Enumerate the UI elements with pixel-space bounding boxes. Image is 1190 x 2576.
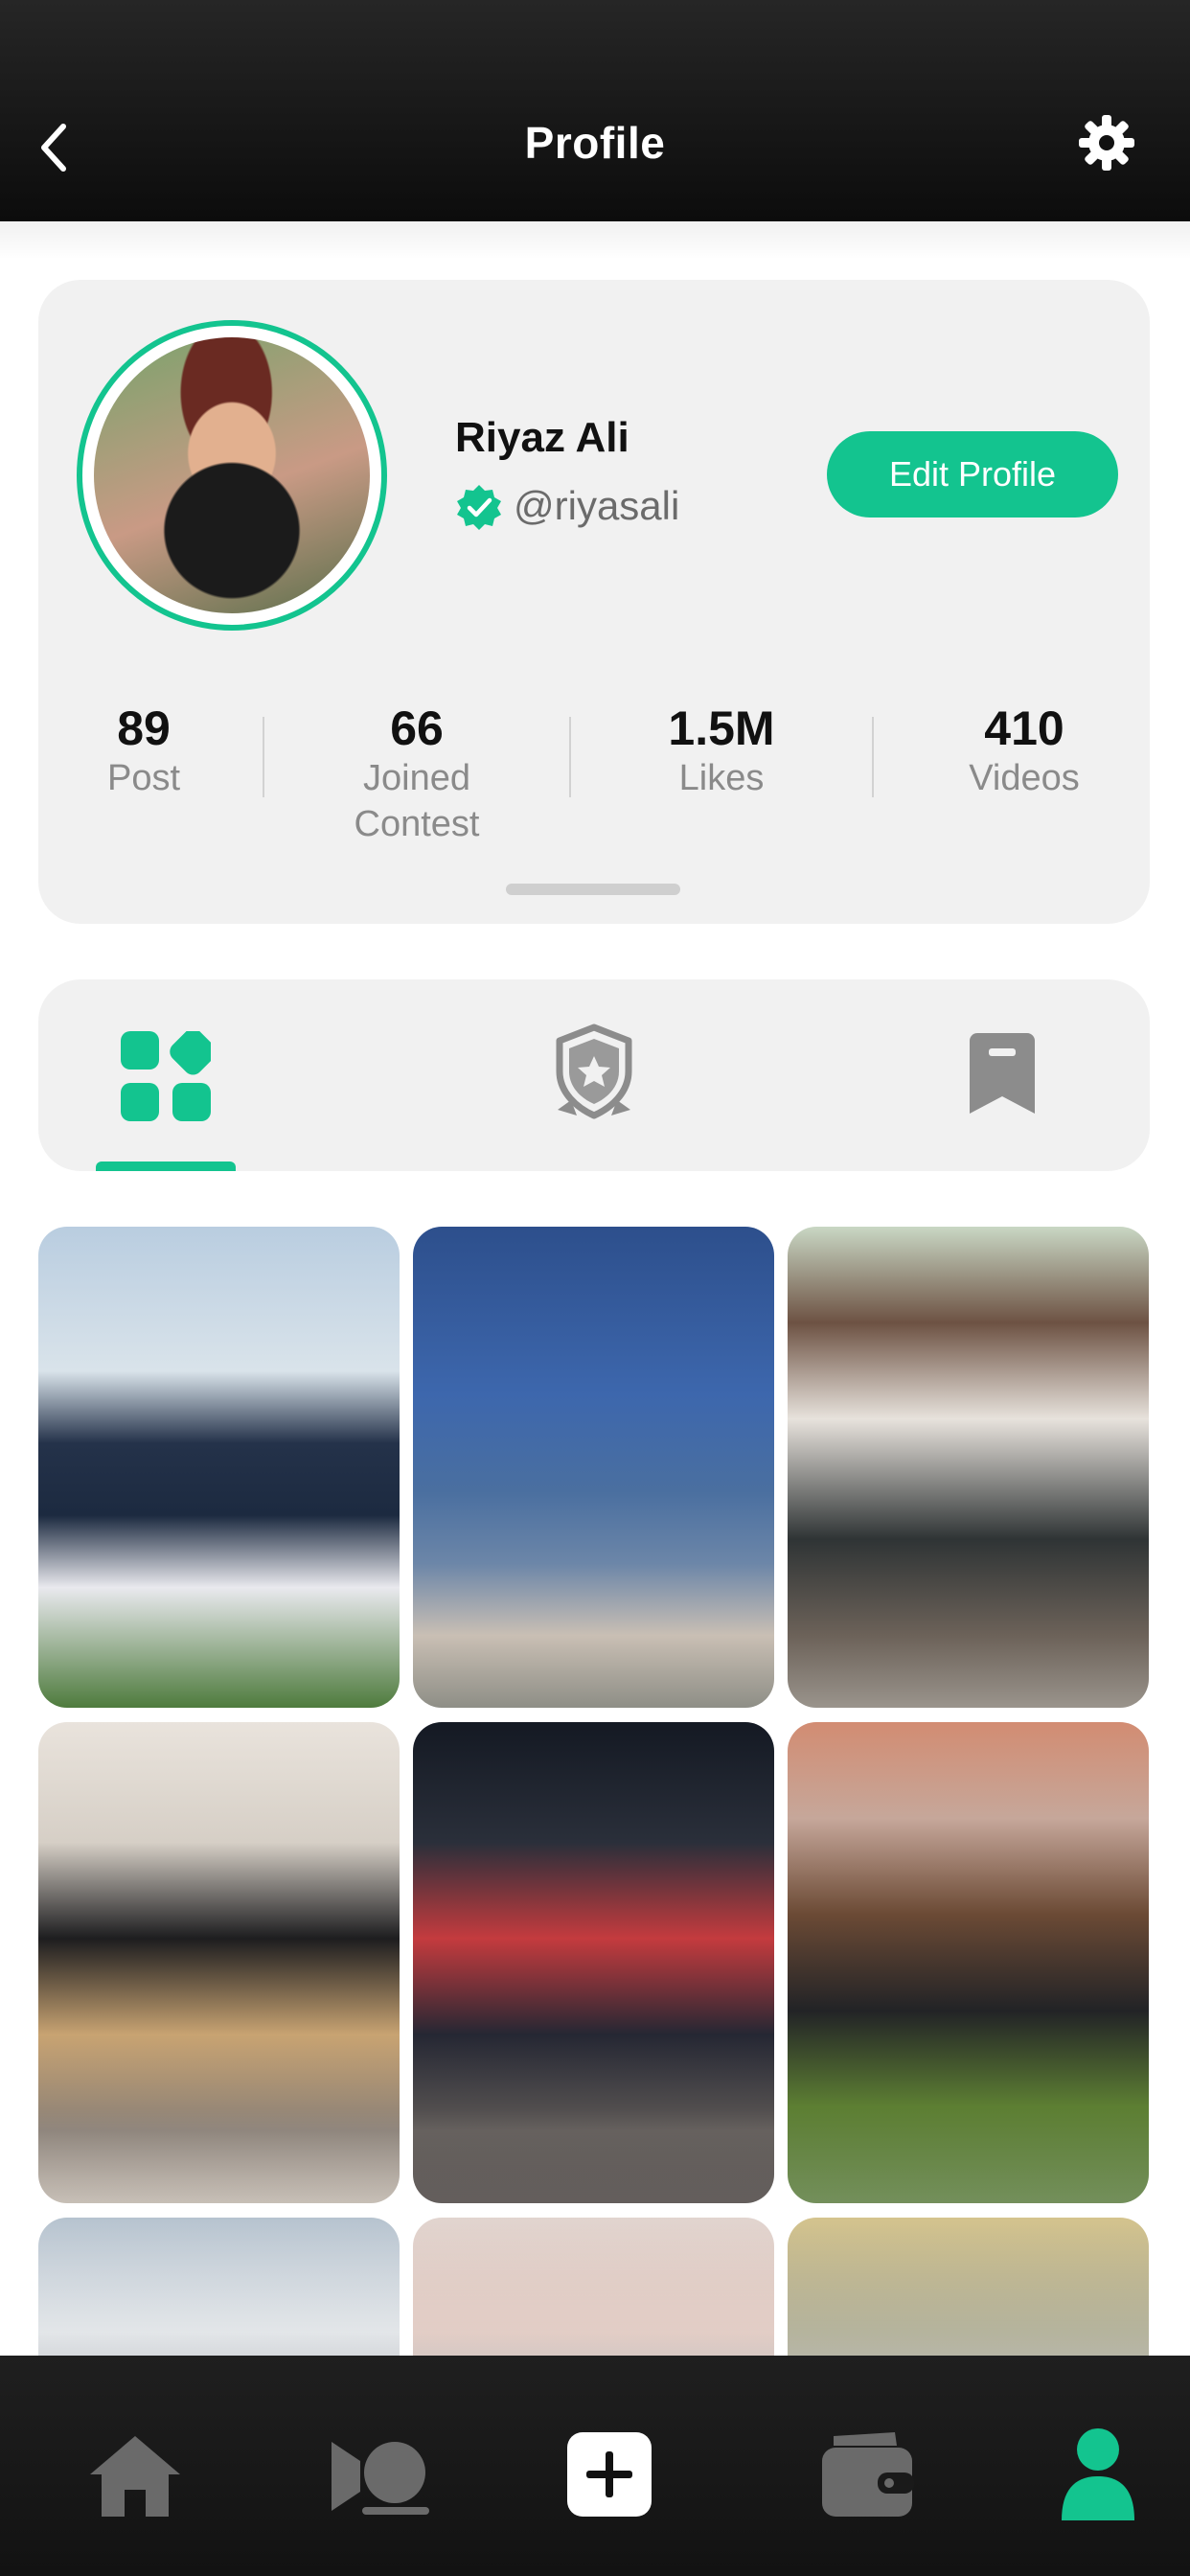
- stat-value: 410: [984, 702, 1064, 755]
- gear-icon[interactable]: [1077, 113, 1136, 172]
- stat-divider: [872, 717, 874, 797]
- stat-posts[interactable]: 89 Post: [75, 702, 213, 801]
- verified-badge-icon: [457, 485, 501, 530]
- stat-label: Post: [106, 758, 181, 798]
- stat-likes[interactable]: 1.5M Likes: [630, 702, 812, 801]
- home-icon[interactable]: [88, 2434, 182, 2518]
- video-contest-icon[interactable]: [332, 2434, 431, 2518]
- active-tab-indicator: [96, 1162, 236, 1171]
- profile-icon[interactable]: [1060, 2426, 1136, 2520]
- stat-value: 89: [117, 702, 171, 755]
- grid-photo[interactable]: [788, 1227, 1149, 1708]
- edit-profile-button[interactable]: Edit Profile: [827, 431, 1118, 518]
- bottom-navigation: [0, 2356, 1190, 2576]
- grid-photo[interactable]: [413, 1227, 774, 1708]
- stat-divider: [569, 717, 571, 797]
- stat-joined-contest[interactable]: 66 Joined Contest: [326, 702, 508, 847]
- bookmark-icon[interactable]: [970, 1033, 1035, 1114]
- avatar[interactable]: [94, 337, 370, 613]
- award-shield-icon[interactable]: [548, 1024, 640, 1123]
- page-title: Profile: [524, 118, 666, 168]
- grid-photo[interactable]: [413, 1722, 774, 2203]
- add-icon[interactable]: [567, 2432, 652, 2517]
- stat-divider: [263, 717, 264, 797]
- content-tabs: [38, 979, 1150, 1171]
- stat-label: Videos: [969, 758, 1080, 798]
- app-header: Profile: [0, 0, 1190, 221]
- stat-value: 1.5M: [668, 702, 775, 755]
- profile-card: Riyaz Ali @riyasali Edit Profile 89 Post…: [38, 280, 1150, 924]
- stat-videos[interactable]: 410 Videos: [933, 702, 1115, 801]
- grid-photo[interactable]: [38, 1227, 400, 1708]
- stat-label: Likes: [678, 758, 765, 798]
- stat-value: 66: [390, 702, 444, 755]
- stat-label: Joined Contest: [354, 758, 480, 844]
- avatar-ring: [77, 320, 387, 631]
- drag-handle[interactable]: [506, 884, 680, 895]
- grid-icon[interactable]: [121, 1031, 211, 1121]
- header-shadow: [0, 221, 1190, 260]
- profile-name: Riyaz Ali: [455, 414, 629, 461]
- wallet-icon[interactable]: [820, 2430, 914, 2518]
- grid-photo[interactable]: [38, 1722, 400, 2203]
- grid-photo[interactable]: [788, 1722, 1149, 2203]
- profile-handle: @riyasali: [514, 483, 680, 528]
